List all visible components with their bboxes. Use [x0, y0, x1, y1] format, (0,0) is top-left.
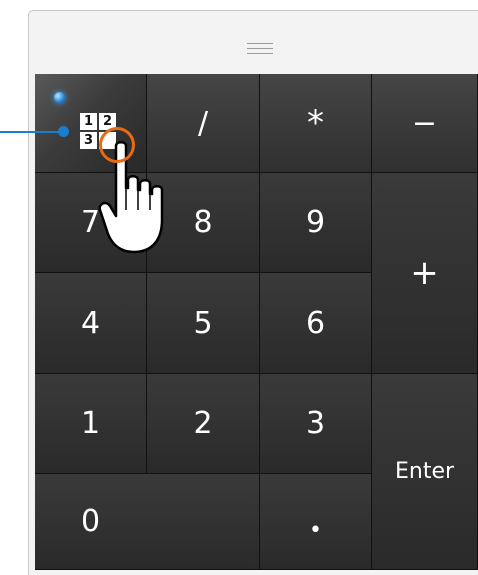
four-key[interactable]: 4: [35, 273, 147, 374]
enter-key[interactable]: Enter: [372, 374, 478, 570]
nine-key[interactable]: 9: [260, 173, 372, 273]
zero-key[interactable]: 0: [35, 474, 260, 570]
five-key[interactable]: 5: [147, 273, 260, 374]
decimal-key[interactable]: •: [260, 474, 372, 570]
grip-icon[interactable]: [247, 43, 273, 55]
grid-digit: 3: [80, 132, 97, 149]
plus-key[interactable]: +: [372, 173, 478, 374]
minus-key[interactable]: −: [372, 74, 478, 173]
callout-dot: [58, 126, 69, 137]
multiply-key[interactable]: *: [260, 74, 372, 173]
numlock-led-icon: [54, 92, 65, 103]
callout-line: [0, 131, 62, 133]
click-highlight-ring: [99, 127, 135, 163]
three-key[interactable]: 3: [260, 374, 372, 474]
one-key[interactable]: 1: [35, 374, 147, 474]
two-key[interactable]: 2: [147, 374, 260, 474]
grid-digit: 1: [80, 113, 97, 130]
six-key[interactable]: 6: [260, 273, 372, 374]
